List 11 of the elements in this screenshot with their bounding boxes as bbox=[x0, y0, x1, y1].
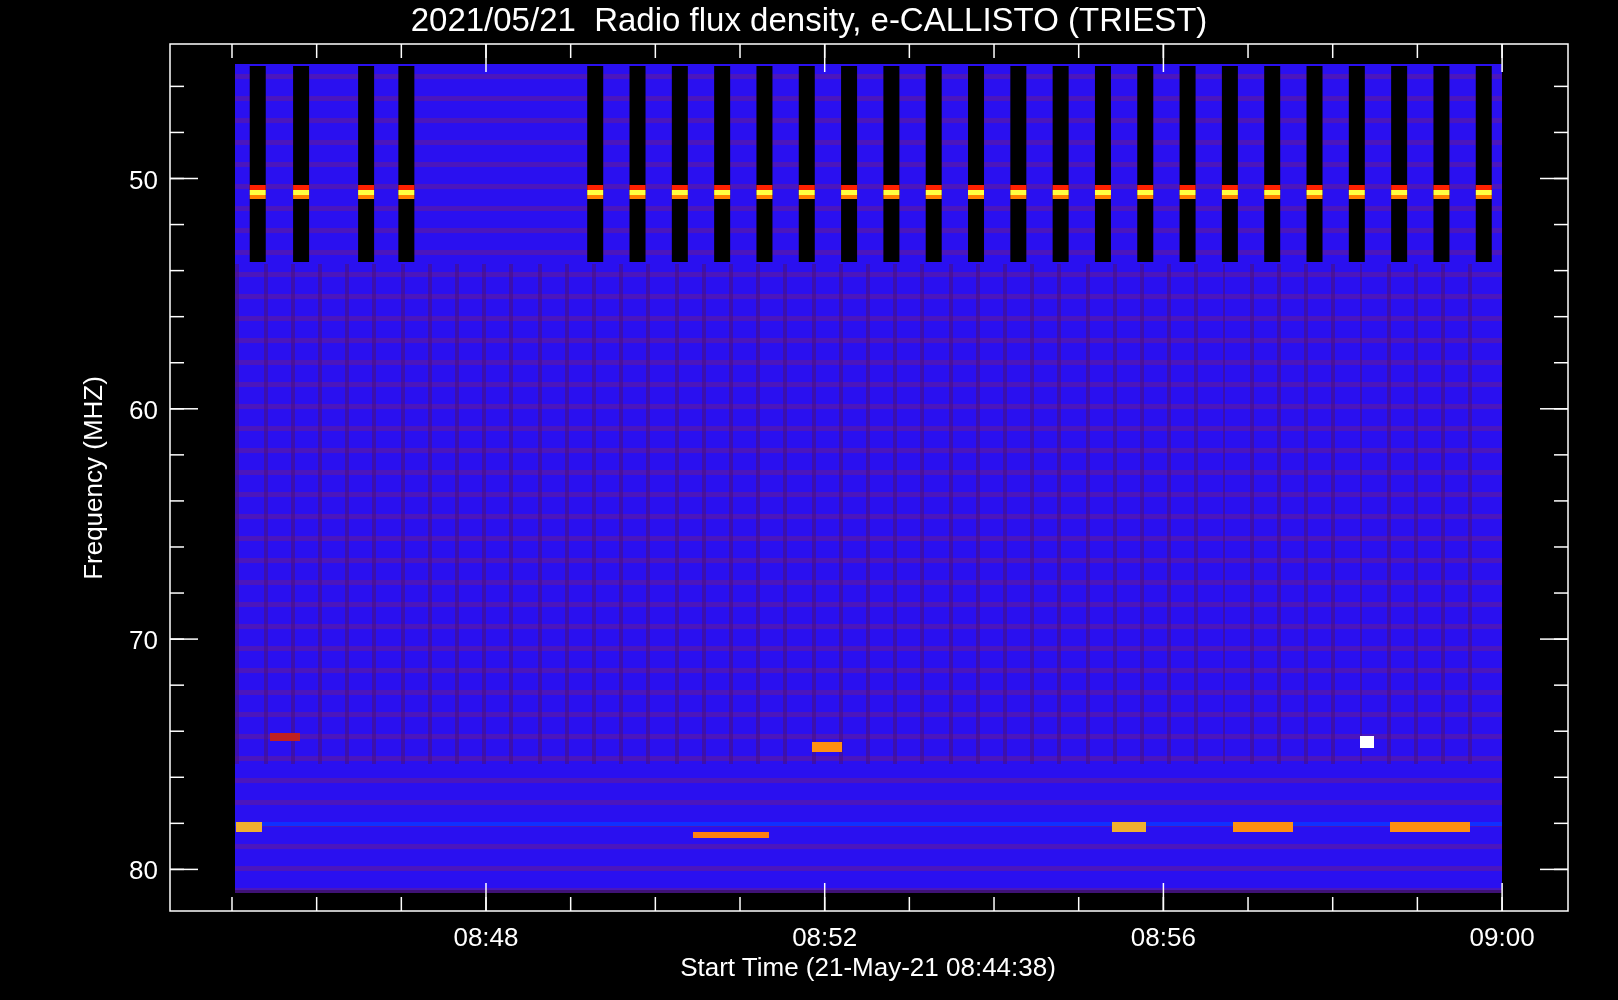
y-tick-label: 80 bbox=[129, 855, 158, 886]
y-axis-label: Frequency (MHZ) bbox=[78, 376, 108, 580]
x-axis-label: Start Time (21-May-21 08:44:38) bbox=[680, 952, 1056, 982]
y-tick-label: 60 bbox=[129, 394, 158, 425]
y-tick-label: 70 bbox=[129, 625, 158, 656]
x-tick-label: 08:48 bbox=[453, 922, 519, 952]
y-tick-label: 50 bbox=[129, 164, 158, 195]
x-tick-label: 08:52 bbox=[792, 922, 858, 952]
x-tick-label: 08:56 bbox=[1130, 922, 1196, 952]
plot-title: 2021/05/21 Radio flux density, e-CALLISTO (TRIEST) bbox=[410, 1, 1208, 38]
x-tick-label: 09:00 bbox=[1469, 922, 1535, 952]
